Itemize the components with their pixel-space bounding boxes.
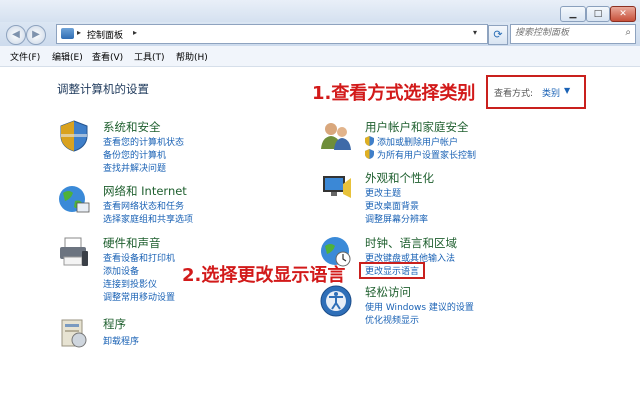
maximize-button[interactable]: □ xyxy=(586,6,610,22)
address-dropdown-icon[interactable]: ▾ xyxy=(473,28,477,37)
annotation-step-1: 1.查看方式选择类别 xyxy=(312,83,476,104)
category-title-system-security[interactable]: 系统和安全 xyxy=(103,119,161,135)
breadcrumb-arrow-icon[interactable]: ▸ xyxy=(133,28,137,37)
category-title-ease-of-access[interactable]: 轻松访问 xyxy=(365,284,411,300)
close-button[interactable]: ✕ xyxy=(610,6,636,22)
view-by-highlight-box: 查看方式: 类别 ▼ xyxy=(486,75,586,109)
category-title-network-internet[interactable]: 网络和 Internet xyxy=(103,183,187,199)
view-by-label: 查看方式: xyxy=(494,89,534,99)
link-backup-computer[interactable]: 备份您的计算机 xyxy=(103,148,166,161)
category-title-user-accounts[interactable]: 用户帐户和家庭安全 xyxy=(365,119,469,135)
link-adjust-resolution[interactable]: 调整屏幕分辨率 xyxy=(365,212,428,225)
menu-view[interactable]: 查看(V) xyxy=(92,50,123,63)
link-homegroup-sharing[interactable]: 选择家庭组和共享选项 xyxy=(103,212,193,225)
chevron-down-icon[interactable]: ▼ xyxy=(564,86,570,95)
category-title-hardware-sound[interactable]: 硬件和声音 xyxy=(103,235,161,251)
link-add-remove-user[interactable]: 添加或删除用户帐户 xyxy=(377,135,458,148)
page-title: 调整计算机的设置 xyxy=(57,82,149,96)
menu-file[interactable]: 文件(F) xyxy=(10,50,40,63)
content-area: 调整计算机的设置 查看方式: 类别 ▼ 1.查看方式选择类别 系统和安全 查看您… xyxy=(0,67,640,402)
link-view-network-status[interactable]: 查看网络状态和任务 xyxy=(103,199,184,212)
category-title-clock-language[interactable]: 时钟、语言和区域 xyxy=(365,235,457,251)
search-icon[interactable]: ⌕ xyxy=(625,27,631,38)
minimize-button[interactable]: ▁ xyxy=(560,6,586,22)
link-mobility-settings[interactable]: 调整常用移动设置 xyxy=(103,290,175,303)
menu-edit[interactable]: 编辑(E) xyxy=(52,50,83,63)
refresh-button[interactable]: ⟳ xyxy=(488,25,508,45)
system-security-icon xyxy=(60,120,88,152)
link-add-device[interactable]: 添加设备 xyxy=(103,264,139,277)
navigation-bar: ◀ ▶ ▸ 控制面板 ▸ ▾ ⟳ ⌕ xyxy=(0,22,640,46)
link-view-devices-printers[interactable]: 查看设备和打印机 xyxy=(103,251,175,264)
link-parental-controls[interactable]: 为所有用户设置家长控制 xyxy=(377,148,476,161)
link-change-desktop-background[interactable]: 更改桌面背景 xyxy=(365,199,419,212)
uac-shield-icon xyxy=(365,136,374,146)
breadcrumb-control-panel[interactable]: 控制面板 xyxy=(87,28,123,41)
view-by-dropdown[interactable]: 类别 xyxy=(542,86,560,99)
link-connect-projector[interactable]: 连接到投影仪 xyxy=(103,277,157,290)
display-language-highlight-box xyxy=(359,262,425,279)
annotation-step-2: 2.选择更改显示语言 xyxy=(182,265,346,286)
menu-bar: 文件(F) 编辑(E) 查看(V) 工具(T) 帮助(H) xyxy=(0,46,640,67)
breadcrumb-arrow-icon[interactable]: ▸ xyxy=(77,28,81,37)
category-title-programs[interactable]: 程序 xyxy=(103,316,126,332)
printer-icon xyxy=(60,237,88,266)
control-panel-window: ▁ □ ✕ ◀ ▶ ▸ 控制面板 ▸ ▾ ⟳ ⌕ 文件(F) 编辑(E) 查看(… xyxy=(0,0,640,402)
category-title-appearance[interactable]: 外观和个性化 xyxy=(365,170,434,186)
uac-shield-icon xyxy=(365,149,374,159)
users-icon xyxy=(321,123,351,150)
title-bar: ▁ □ ✕ xyxy=(0,0,640,22)
menu-tools[interactable]: 工具(T) xyxy=(134,50,165,63)
search-box[interactable]: ⌕ xyxy=(510,24,636,44)
link-windows-recommended-settings[interactable]: 使用 Windows 建议的设置 xyxy=(365,300,474,313)
link-find-fix-problems[interactable]: 查找并解决问题 xyxy=(103,161,166,174)
appearance-monitor-icon xyxy=(323,176,351,198)
programs-icon xyxy=(61,319,87,348)
search-input[interactable] xyxy=(511,25,619,41)
link-uninstall-program[interactable]: 卸载程序 xyxy=(103,334,139,347)
control-panel-icon xyxy=(61,28,74,39)
link-change-theme[interactable]: 更改主题 xyxy=(365,186,401,199)
globe-network-icon xyxy=(59,186,90,213)
address-bar[interactable]: ▸ 控制面板 ▸ ▾ xyxy=(56,24,488,44)
link-optimize-video-display[interactable]: 优化视频显示 xyxy=(365,313,419,326)
forward-button[interactable]: ▶ xyxy=(26,25,46,45)
back-button[interactable]: ◀ xyxy=(6,25,26,45)
ease-of-access-icon xyxy=(320,285,352,317)
menu-help[interactable]: 帮助(H) xyxy=(176,50,208,63)
link-view-computer-status[interactable]: 查看您的计算机状态 xyxy=(103,135,184,148)
